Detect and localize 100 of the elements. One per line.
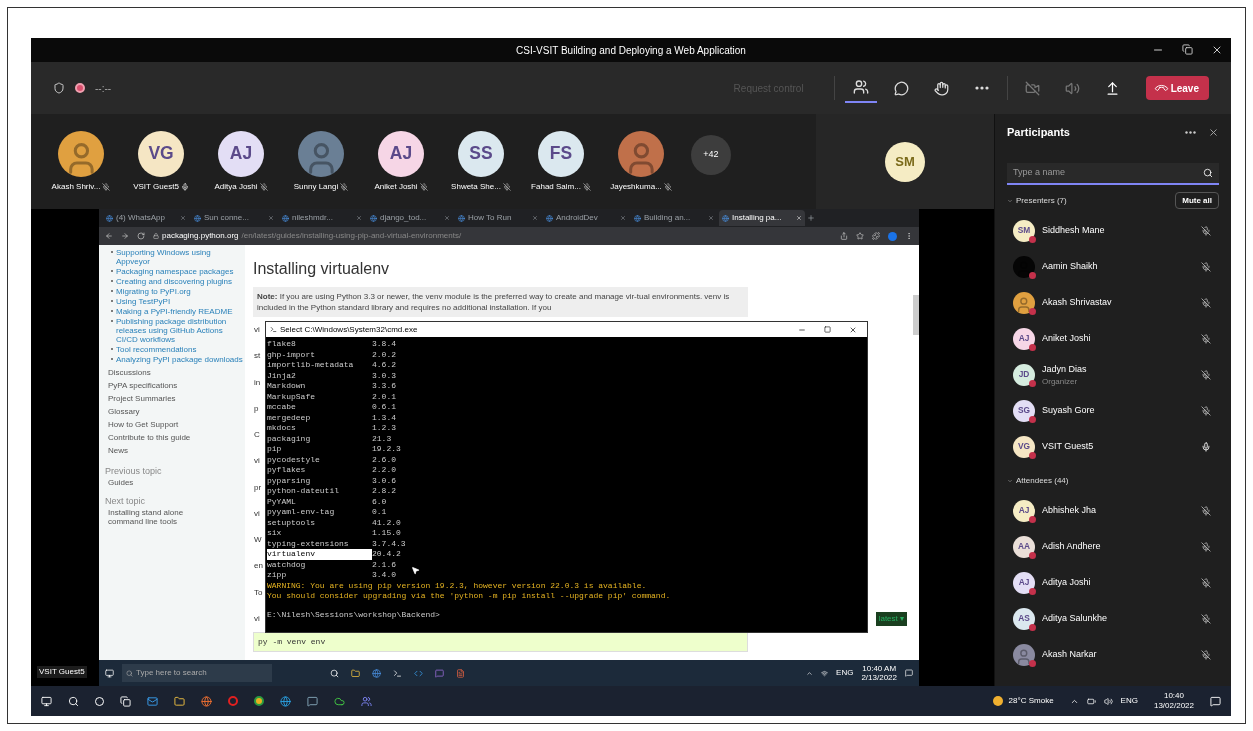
sidebar-link[interactable]: PyPA specifications xyxy=(108,381,243,390)
sidebar-link[interactable]: Supporting Windows using Appveyor xyxy=(116,248,243,266)
notifications-icon[interactable] xyxy=(905,669,913,677)
language-indicator[interactable]: ENG xyxy=(836,667,854,679)
reload-icon[interactable] xyxy=(137,232,145,240)
sidebar-link[interactable]: How to Get Support xyxy=(108,420,243,429)
sidebar-link[interactable]: Using TestPyPI xyxy=(116,297,171,306)
sidebar-link[interactable]: Installing stand alone command line tools xyxy=(108,508,218,526)
participant-row[interactable]: Aamin Shaikh xyxy=(1007,248,1219,285)
close-icon[interactable] xyxy=(1211,44,1223,56)
sidebar-link[interactable]: Making a PyPI-friendly README xyxy=(116,307,233,316)
package-name: python-dateutil xyxy=(267,486,340,497)
sidebar-link[interactable]: News xyxy=(108,446,243,455)
text-fragment: To xyxy=(254,586,263,599)
share-icon[interactable] xyxy=(840,232,848,240)
version-badge[interactable]: latest ▾ xyxy=(875,612,907,626)
participant-name: Akash Shrivastav xyxy=(1042,295,1112,309)
avatar-initials: SM xyxy=(1013,219,1035,242)
text-fragment: C xyxy=(254,429,260,442)
language-indicator[interactable]: ENG xyxy=(1120,695,1138,707)
participant-name: Akash Narkar xyxy=(1042,647,1097,661)
participant-row[interactable]: AJ Aniket Joshi xyxy=(1007,320,1219,357)
taskbar-search-field[interactable]: Type here to search xyxy=(122,664,272,682)
chat-app-icon[interactable] xyxy=(307,695,318,707)
new-tab-icon[interactable] xyxy=(807,214,815,222)
code-block: py -m venv env xyxy=(253,632,748,652)
participant-row[interactable]: SM Siddhesh Mane xyxy=(1007,212,1219,249)
browser-tab[interactable]: (4) WhatsApp xyxy=(103,210,189,226)
code-editor-icon[interactable] xyxy=(414,668,423,678)
more-icon[interactable] xyxy=(1185,130,1196,134)
mail-icon[interactable] xyxy=(147,695,158,707)
leave-button[interactable]: Leave xyxy=(1145,76,1209,100)
document-icon[interactable] xyxy=(456,668,465,678)
participant-row[interactable]: AJ Aditya Joshi xyxy=(1007,564,1219,601)
overflow-count[interactable]: +42 xyxy=(691,134,731,175)
sidebar-link[interactable]: Project Summaries xyxy=(108,394,243,403)
task-view-icon[interactable] xyxy=(120,695,131,707)
folder-icon[interactable] xyxy=(351,668,360,678)
package-name: zipp xyxy=(267,570,288,581)
forward-icon[interactable] xyxy=(121,232,129,240)
browser-tab[interactable]: nileshmdr... xyxy=(279,210,365,226)
close-icon[interactable] xyxy=(849,325,857,334)
participant-row[interactable]: Akash Narkar xyxy=(1007,636,1219,673)
package-version: 2.0.1 xyxy=(372,391,396,402)
browser-tab[interactable]: django_tod... xyxy=(367,210,453,226)
browser-tab[interactable]: Building an... xyxy=(631,210,717,226)
mute-all-button[interactable]: Mute all xyxy=(1175,192,1219,209)
back-icon[interactable] xyxy=(105,232,113,240)
sidebar-link[interactable]: Packaging namespace packages xyxy=(116,267,234,276)
search-icon[interactable] xyxy=(68,695,79,707)
sidebar-link[interactable]: Glossary xyxy=(108,407,243,416)
participant-row[interactable]: Akash Shrivastav xyxy=(1007,284,1219,321)
avatar-initials: VG xyxy=(138,130,184,177)
participant-row[interactable]: JD Jadyn Dias Organizer xyxy=(1007,356,1219,393)
bookmark-icon[interactable] xyxy=(856,232,864,240)
sidebar-link[interactable]: Tool recommendations xyxy=(116,345,197,354)
sidebar-link[interactable]: Migrating to PyPI.org xyxy=(116,287,191,296)
package-name: Jinja2 xyxy=(267,370,297,381)
participant-row[interactable]: AS Aditya Salunkhe xyxy=(1007,600,1219,637)
browser-tab[interactable]: AndroidDev xyxy=(543,210,629,226)
browser-tab[interactable]: How To Run xyxy=(455,210,541,226)
browser-tab[interactable]: Installing pa... xyxy=(719,210,805,226)
restore-icon[interactable] xyxy=(1182,44,1193,55)
terminal-icon[interactable] xyxy=(393,668,402,678)
notifications-icon[interactable] xyxy=(1210,695,1221,707)
sidebar-link[interactable]: Discussions xyxy=(108,368,243,377)
package-version: 19.2.3 xyxy=(372,444,401,455)
participant-row[interactable]: AJ Abhishek Jha xyxy=(1007,492,1219,529)
group-header[interactable]: Presenters (7) xyxy=(1016,194,1067,207)
browser-tab[interactable]: Sun conne... xyxy=(191,210,277,226)
sidebar-link[interactable]: Guides xyxy=(108,478,243,487)
maximize-icon[interactable] xyxy=(824,325,831,333)
participant-row[interactable]: AA Adish Andhere xyxy=(1007,528,1219,565)
participant-name: VSIT Guest5 xyxy=(133,180,179,193)
package-version: 21.3 xyxy=(372,433,392,444)
taskbar-app-icon[interactable] xyxy=(330,668,339,678)
package-name: Markdown xyxy=(267,381,307,392)
globe-icon xyxy=(546,214,553,222)
close-icon[interactable] xyxy=(1208,126,1219,138)
text-fragment: in xyxy=(254,376,261,389)
sidebar-link[interactable]: Creating and discovering plugins xyxy=(116,277,233,286)
package-name: setuptools xyxy=(267,517,316,528)
app-icon[interactable] xyxy=(334,695,345,707)
browser-icon[interactable] xyxy=(372,668,381,678)
profile-icon[interactable] xyxy=(888,231,897,241)
url-field[interactable]: packaging.python.org /en/latest/guides/installing-using-pip-and-virtual-environments/ xyxy=(153,230,832,242)
sidebar-link[interactable]: Publishing package distribution releases using GitHub Actions CI/CD workflows xyxy=(116,317,243,344)
folder-icon[interactable] xyxy=(174,695,185,707)
text-fragment: st xyxy=(254,350,261,363)
participant-row[interactable]: VG VSIT Guest5 xyxy=(1007,428,1219,465)
more-icon xyxy=(974,86,989,90)
group-header[interactable]: Attendees (44) xyxy=(1016,474,1069,487)
volume-icon[interactable] xyxy=(1103,696,1113,706)
sidebar-link[interactable]: Analyzing PyPI package downloads xyxy=(116,355,243,364)
participant-row[interactable]: SG Suyash Gore xyxy=(1007,392,1219,429)
tray-icon[interactable] xyxy=(806,669,814,677)
search-field[interactable]: Type a name xyxy=(1007,162,1219,185)
extensions-icon[interactable] xyxy=(872,232,880,240)
sidebar-link[interactable]: Contribute to this guide xyxy=(108,433,243,442)
menu-icon[interactable] xyxy=(905,232,913,240)
